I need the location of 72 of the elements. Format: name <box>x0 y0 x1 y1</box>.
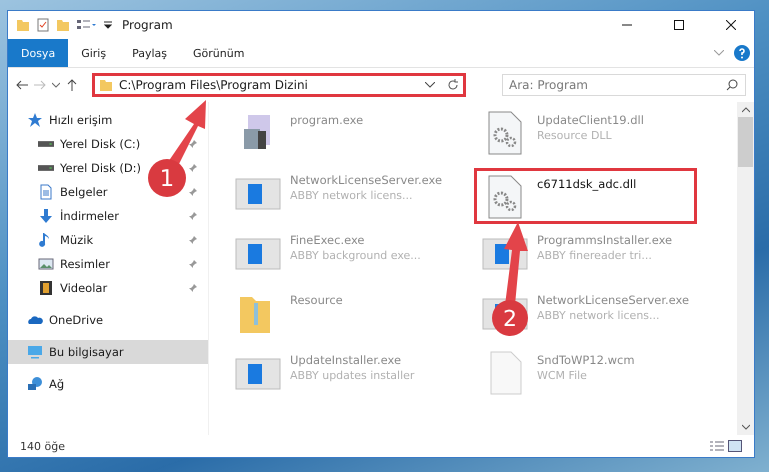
file-description: ABBY network licens... <box>537 309 661 322</box>
dropdown-icon[interactable] <box>104 20 112 30</box>
pin-icon[interactable] <box>188 163 198 173</box>
file-description: Resource DLL <box>537 129 613 142</box>
scroll-down-icon[interactable] <box>742 424 750 430</box>
drive-icon <box>38 165 54 171</box>
file-description: ABBY network licens... <box>290 189 414 202</box>
file-description: ABBY background exe... <box>290 249 421 262</box>
pin-icon[interactable] <box>188 235 198 245</box>
details-view-icon[interactable] <box>710 440 724 452</box>
sidebar-item[interactable]: Hızlı erişim <box>49 113 112 127</box>
chevron-down-icon[interactable] <box>52 82 60 88</box>
image-icon <box>38 256 54 272</box>
folder-icon <box>99 78 113 92</box>
pin-icon[interactable] <box>188 187 198 197</box>
chevron-down-icon[interactable] <box>425 82 435 88</box>
star-icon <box>27 112 43 128</box>
file-name[interactable]: FineExec.exe <box>290 233 421 247</box>
network-icon <box>27 376 43 392</box>
close-icon[interactable] <box>726 20 736 30</box>
ribbon-tab[interactable]: Görünüm <box>180 39 258 67</box>
maximize-icon[interactable] <box>674 20 684 30</box>
item-count: 140 öğe <box>20 440 66 452</box>
file-name[interactable]: c6711dsk_adc.dll <box>537 177 636 191</box>
search-icon[interactable] <box>726 79 738 91</box>
refresh-icon[interactable] <box>447 79 459 91</box>
ribbon-tab[interactable]: Giriş <box>68 39 120 67</box>
file-name[interactable]: Resource <box>290 293 343 307</box>
pin-icon[interactable] <box>188 283 198 293</box>
file-description: ABBY updates installer <box>290 369 414 382</box>
pin-icon[interactable] <box>188 211 198 221</box>
up-icon[interactable] <box>66 79 78 91</box>
view-options-icon[interactable] <box>76 18 98 32</box>
sidebar-item[interactable]: Müzik <box>60 233 94 247</box>
large-icons-view-icon[interactable] <box>728 440 742 452</box>
file-name[interactable]: UpdateInstaller.exe <box>290 353 414 367</box>
file-name[interactable]: ProgrammsInstaller.exe <box>537 233 672 247</box>
file-name[interactable]: SndToWP12.wcm <box>537 353 635 367</box>
ribbon-tab[interactable]: Dosya <box>8 39 68 67</box>
properties-icon[interactable] <box>36 18 50 32</box>
ribbon-tab[interactable]: Paylaş <box>119 39 180 67</box>
sidebar-item[interactable]: Yerel Disk (D:) <box>60 161 142 175</box>
file-name[interactable]: NetworkLicenseServer.exe <box>290 173 442 187</box>
pin-icon[interactable] <box>188 259 198 269</box>
search-field[interactable]: Ara: Program <box>502 74 746 96</box>
address-bar[interactable]: C:\Program Files\Program Dizini <box>92 73 466 97</box>
pin-icon[interactable] <box>188 139 198 149</box>
sidebar-item[interactable]: Yerel Disk (C:) <box>60 137 140 151</box>
minimize-icon[interactable] <box>622 24 632 26</box>
document-icon <box>38 184 54 200</box>
scrollbar[interactable] <box>737 102 754 435</box>
file-name[interactable]: program.exe <box>290 113 364 127</box>
download-icon <box>38 208 54 224</box>
sidebar-item[interactable]: Belgeler <box>60 185 108 199</box>
file-name[interactable]: UpdateClient19.dll <box>537 113 644 127</box>
file-name[interactable]: NetworkLicenseServer.exe <box>537 293 690 307</box>
sidebar-item[interactable]: OneDrive <box>49 313 104 327</box>
sidebar-item[interactable]: Videolar <box>60 281 108 295</box>
file-description: WCM File <box>537 369 588 382</box>
file-description: ABBY finereader tri... <box>537 249 653 262</box>
monitor-icon <box>27 344 43 360</box>
drive-icon <box>38 141 54 147</box>
sidebar-item[interactable]: İndirmeler <box>60 209 119 223</box>
sidebar-item[interactable]: Resimler <box>60 257 110 271</box>
sidebar-item[interactable]: Bu bilgisayar <box>49 345 124 359</box>
sidebar-item[interactable]: Ağ <box>49 377 64 391</box>
scroll-up-icon[interactable] <box>742 107 750 113</box>
help-icon[interactable] <box>734 45 750 61</box>
back-icon[interactable] <box>16 79 28 91</box>
scrollbar-thumb[interactable] <box>738 117 753 167</box>
window-title: Program <box>122 18 174 32</box>
film-icon <box>38 280 54 296</box>
